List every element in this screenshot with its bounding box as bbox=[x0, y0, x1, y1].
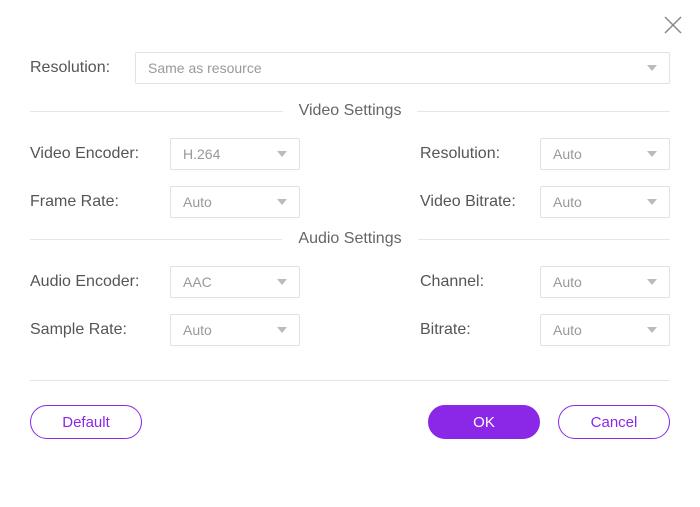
video-resolution-select[interactable]: Auto bbox=[540, 138, 670, 170]
channel-value: Auto bbox=[553, 274, 582, 290]
audio-bitrate-select[interactable]: Auto bbox=[540, 314, 670, 346]
default-button[interactable]: Default bbox=[30, 405, 142, 439]
video-section-title: Video Settings bbox=[283, 102, 418, 120]
audio-encoder-label: Audio Encoder: bbox=[30, 273, 170, 291]
audio-bitrate-label: Bitrate: bbox=[420, 321, 540, 339]
chevron-down-icon bbox=[647, 199, 657, 205]
chevron-down-icon bbox=[277, 199, 287, 205]
audio-section-title: Audio Settings bbox=[282, 230, 417, 248]
chevron-down-icon bbox=[277, 327, 287, 333]
framerate-label: Frame Rate: bbox=[30, 193, 170, 211]
divider bbox=[418, 239, 670, 240]
samplerate-select[interactable]: Auto bbox=[170, 314, 300, 346]
video-encoder-value: H.264 bbox=[183, 146, 220, 162]
top-resolution-select[interactable]: Same as resource bbox=[135, 52, 670, 84]
ok-button[interactable]: OK bbox=[428, 405, 540, 439]
close-icon[interactable] bbox=[662, 14, 684, 41]
divider bbox=[30, 239, 282, 240]
video-bitrate-select[interactable]: Auto bbox=[540, 186, 670, 218]
audio-encoder-select[interactable]: AAC bbox=[170, 266, 300, 298]
samplerate-label: Sample Rate: bbox=[30, 321, 170, 339]
channel-select[interactable]: Auto bbox=[540, 266, 670, 298]
divider bbox=[417, 111, 670, 112]
video-resolution-value: Auto bbox=[553, 146, 582, 162]
divider bbox=[30, 111, 283, 112]
video-resolution-label: Resolution: bbox=[420, 145, 540, 163]
chevron-down-icon bbox=[277, 279, 287, 285]
audio-bitrate-value: Auto bbox=[553, 322, 582, 338]
framerate-value: Auto bbox=[183, 194, 212, 210]
channel-label: Channel: bbox=[420, 273, 540, 291]
video-encoder-select[interactable]: H.264 bbox=[170, 138, 300, 170]
samplerate-value: Auto bbox=[183, 322, 212, 338]
framerate-select[interactable]: Auto bbox=[170, 186, 300, 218]
video-encoder-label: Video Encoder: bbox=[30, 145, 170, 163]
chevron-down-icon bbox=[647, 65, 657, 71]
audio-encoder-value: AAC bbox=[183, 274, 212, 290]
chevron-down-icon bbox=[647, 279, 657, 285]
top-resolution-label: Resolution: bbox=[30, 59, 135, 77]
cancel-button[interactable]: Cancel bbox=[558, 405, 670, 439]
top-resolution-value: Same as resource bbox=[148, 60, 262, 76]
video-bitrate-label: Video Bitrate: bbox=[420, 193, 540, 211]
chevron-down-icon bbox=[277, 151, 287, 157]
chevron-down-icon bbox=[647, 327, 657, 333]
video-bitrate-value: Auto bbox=[553, 194, 582, 210]
divider bbox=[30, 380, 670, 381]
chevron-down-icon bbox=[647, 151, 657, 157]
